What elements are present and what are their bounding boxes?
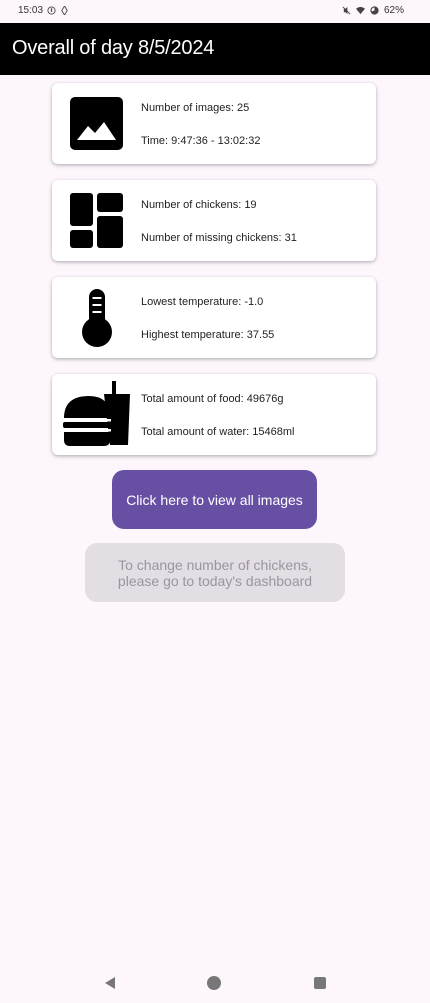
total-food: Total amount of food: 49676g (141, 393, 284, 405)
missing-chickens-count: Number of missing chickens: 31 (141, 232, 297, 244)
images-time-range: Time: 9:47:36 - 13:02:32 (141, 135, 261, 147)
system-nav-bar (0, 963, 430, 1003)
lowest-temperature: Lowest temperature: -1.0 (141, 296, 264, 308)
total-water: Total amount of water: 15468ml (141, 426, 295, 438)
images-count: Number of images: 25 (141, 102, 250, 114)
change-chickens-notice-line2: please go to today's dashboard (117, 572, 313, 589)
home-icon[interactable] (206, 975, 222, 991)
recents-icon[interactable] (313, 976, 327, 990)
change-chickens-notice: To change number of chickens, please go … (85, 543, 345, 602)
page-title: Overall of day 8/5/2024 (12, 37, 215, 59)
view-all-images-button[interactable]: Click here to view all images (112, 470, 317, 529)
chickens-count: Number of chickens: 19 (141, 199, 257, 211)
status-bar: 15:03 62% (0, 0, 430, 23)
thermometer-icon (82, 289, 112, 347)
images-card: Number of images: 25 Time: 9:47:36 - 13:… (52, 83, 376, 164)
battery-icon (370, 6, 379, 15)
status-right: 62% (342, 5, 404, 16)
status-time: 15:03 (18, 5, 44, 16)
chickens-card: Number of chickens: 19 Number of missing… (52, 180, 376, 261)
highest-temperature: Highest temperature: 37.55 (141, 329, 275, 341)
wifi-icon (355, 6, 365, 15)
mute-icon (342, 6, 351, 15)
status-left: 15:03 (18, 5, 69, 16)
sync-icon (61, 6, 68, 15)
back-icon[interactable] (103, 976, 117, 990)
change-chickens-notice-line1: To change number of chickens, (118, 556, 312, 573)
temperature-card: Lowest temperature: -1.0 Highest tempera… (52, 277, 376, 358)
food-water-card: Total amount of food: 49676g Total amoun… (52, 374, 376, 455)
battery-percent: 62% (383, 5, 404, 16)
food-drink-icon (63, 381, 130, 446)
dashboard-icon (70, 193, 123, 248)
notification-icon (47, 6, 56, 15)
app-bar: Overall of day 8/5/2024 (0, 23, 430, 75)
image-icon (70, 97, 123, 150)
